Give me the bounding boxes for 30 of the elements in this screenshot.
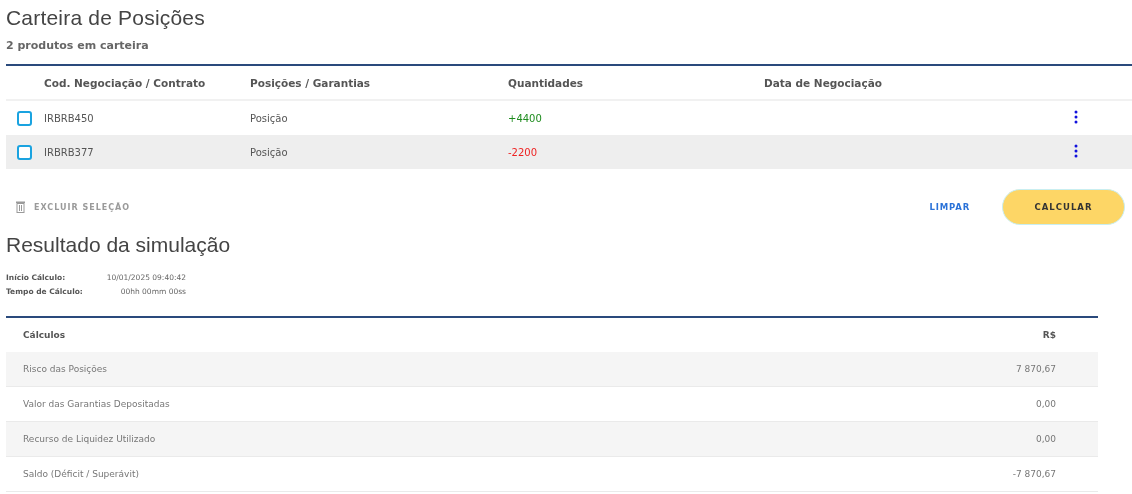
column-header: Quantidades <box>508 76 585 89</box>
calculation-label: Valor das Garantias Depositadas <box>23 399 170 409</box>
quantity: +4400 <box>508 112 543 124</box>
calculation-value: 7 870,67 <box>1015 364 1056 374</box>
column-header: Posições / Garantias <box>250 76 372 89</box>
contract-code: IRBRB450 <box>44 112 95 124</box>
checkbox[interactable] <box>17 110 32 126</box>
calculation-label: Risco das Posições <box>23 364 108 374</box>
calculation-value: 0,00 <box>1035 399 1056 409</box>
contract-code: IRBRB377 <box>44 146 95 158</box>
position-type: Posição <box>250 112 289 124</box>
position-type: Posição <box>250 146 289 158</box>
calculation-value: 0,00 <box>1035 434 1056 444</box>
calculation-value: -7 870,67 <box>1012 469 1056 479</box>
portfolio-count: 2 produtos em carteira <box>6 39 150 52</box>
section-title: Resultado da simulação <box>6 233 232 257</box>
column-header: Cod. Negociação / Contrato <box>44 76 207 89</box>
calculation-label: Saldo (Déficit / Superávit) <box>23 469 139 479</box>
column-header: R$ <box>1042 330 1056 340</box>
trash-icon <box>16 201 25 213</box>
calculate-button[interactable]: CALCULAR <box>1002 189 1125 225</box>
clear-button[interactable]: LIMPAR <box>923 201 976 213</box>
column-header: Cálculos <box>23 330 66 340</box>
calculation-label: Recurso de Liquidez Utilizado <box>23 434 156 444</box>
more-options-icon[interactable] <box>1074 110 1078 124</box>
more-options-icon[interactable] <box>1074 144 1078 158</box>
column-header: Data de Negociação <box>764 76 883 89</box>
quantity: -2200 <box>508 146 539 158</box>
page-title: Carteira de Posições <box>6 6 206 30</box>
checkbox[interactable] <box>17 144 32 160</box>
